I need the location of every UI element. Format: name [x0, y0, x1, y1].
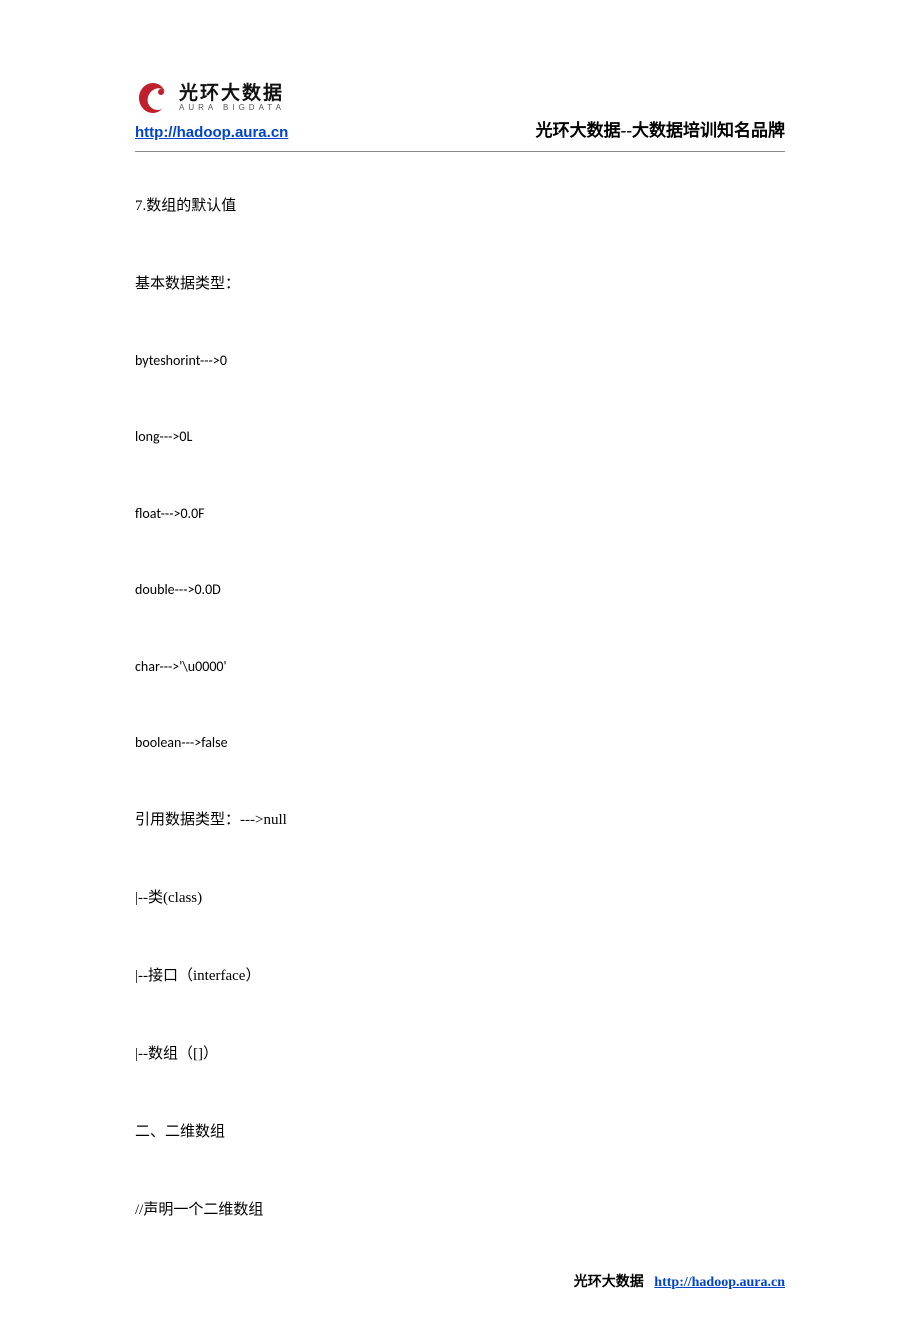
aura-swirl-icon [135, 80, 171, 116]
logo-block: 光环大数据 AURA BIGDATA http://hadoop.aura.cn [135, 80, 288, 141]
header-url-link[interactable]: http://hadoop.aura.cn [135, 124, 288, 141]
para-2d-array-heading: 二、二维数组 [135, 1120, 785, 1144]
para-declare-2d-array: //声明一个二维数组 [135, 1198, 785, 1222]
para-array: |--数组（[]） [135, 1042, 785, 1066]
para-heading-default-values: 7.数组的默认值 [135, 194, 785, 218]
logo-cn-text: 光环大数据 [179, 84, 285, 104]
para-char: char--->'\u0000' [135, 656, 785, 678]
footer-label: 光环大数据 [574, 1275, 644, 1290]
para-class: |--类(class) [135, 886, 785, 910]
logo-text: 光环大数据 AURA BIGDATA [179, 84, 285, 112]
footer-url-link[interactable]: http://hadoop.aura.cn [654, 1275, 785, 1290]
logo-en-text: AURA BIGDATA [179, 104, 285, 112]
para-basic-types: 基本数据类型： [135, 272, 785, 296]
para-double: double--->0.0D [135, 579, 785, 601]
para-reference-types: 引用数据类型：--->null [135, 808, 785, 832]
document-body: 7.数组的默认值 基本数据类型： byteshorint--->0 long--… [135, 194, 785, 1222]
para-byte-short-int: byteshorint--->0 [135, 350, 785, 372]
page-footer: 光环大数据 http://hadoop.aura.cn [574, 1271, 785, 1291]
page-header: 光环大数据 AURA BIGDATA http://hadoop.aura.cn… [135, 80, 785, 152]
para-boolean: boolean--->false [135, 732, 785, 754]
para-float: float--->0.0F [135, 503, 785, 525]
header-title: 光环大数据--大数据培训知名品牌 [536, 116, 785, 141]
para-interface: |--接口（interface） [135, 964, 785, 988]
document-page: 光环大数据 AURA BIGDATA http://hadoop.aura.cn… [0, 0, 920, 1336]
para-long: long--->0L [135, 426, 785, 448]
logo-row: 光环大数据 AURA BIGDATA [135, 80, 288, 116]
